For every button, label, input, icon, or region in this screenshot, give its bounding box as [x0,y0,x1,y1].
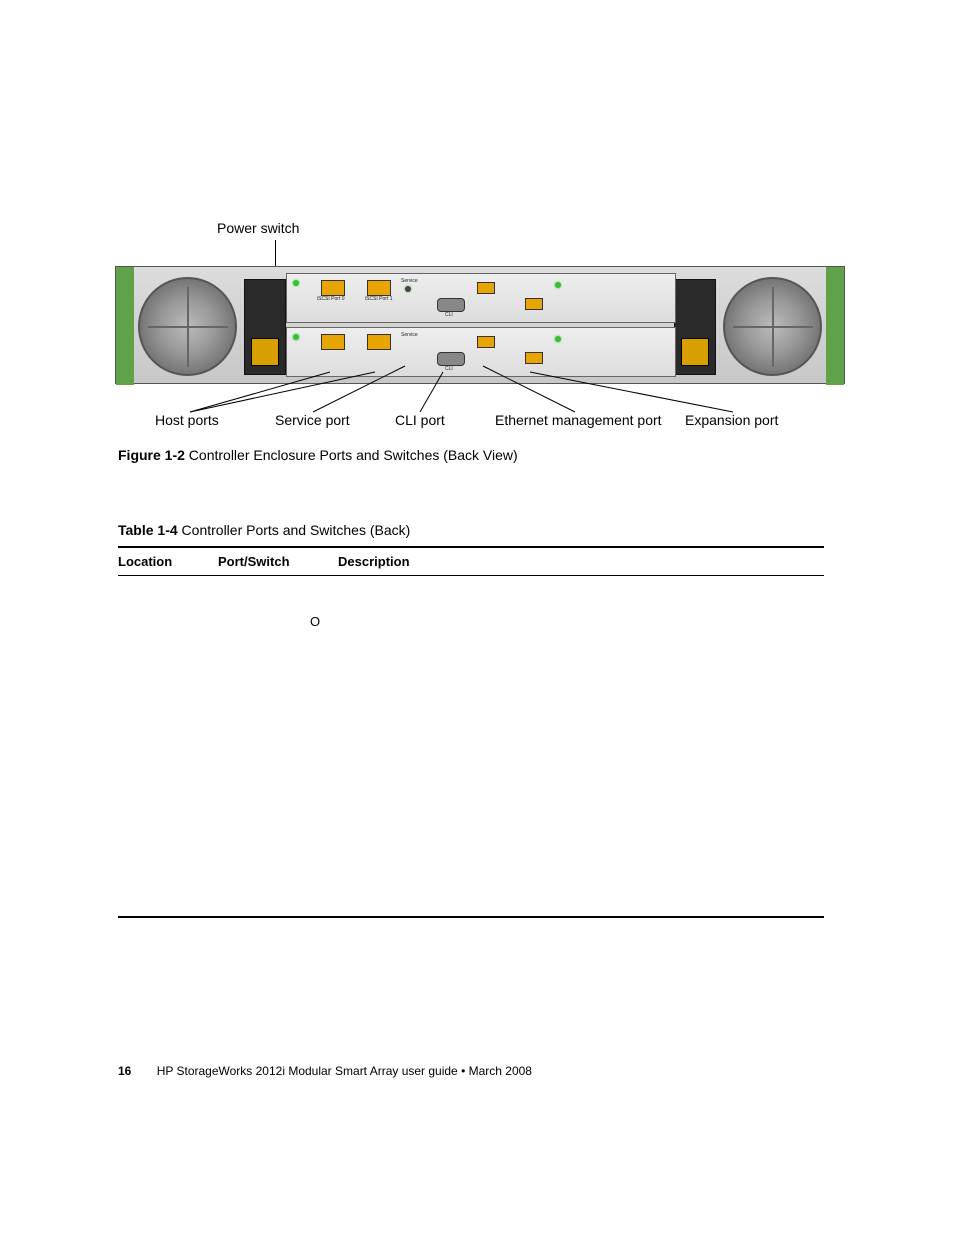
ethernet-mgmt-label: Ethernet management port [495,412,662,428]
table-title: Table 1-4 Controller Ports and Switches … [118,522,410,538]
cli-port [437,352,465,366]
table-name: Controller Ports and Switches (Back) [178,522,411,538]
table-body: O [118,576,824,916]
host-port [321,334,345,350]
status-led [293,280,299,286]
cli-port-label: CLI port [395,412,445,428]
port-label: iSCSI Port 1 [365,296,393,302]
figure-number: Figure 1-2 [118,447,185,463]
host-port [321,280,345,296]
table-header-row: Location Port/Switch Description [118,548,824,576]
footer-doc-title: HP StorageWorks 2012i Modular Smart Arra… [157,1064,458,1078]
page-footer: 16 HP StorageWorks 2012i Modular Smart A… [118,1064,532,1078]
service-port-label: Service port [275,412,350,428]
port-label: iSCSI Port 0 [317,296,345,302]
stray-marker: O [310,614,320,629]
expansion-port-label: Expansion port [685,412,778,428]
status-led [555,282,561,288]
expansion-port [525,352,543,364]
status-led [555,336,561,342]
page-number: 16 [118,1064,131,1078]
service-label: Service [401,278,418,284]
footer-date: March 2008 [469,1064,532,1078]
chassis-handle-right [826,267,844,385]
host-port [367,334,391,350]
chassis-handle-left [116,267,134,385]
figure-caption: Figure 1-2 Controller Enclosure Ports an… [118,447,518,463]
power-supply-left [244,279,286,375]
ethernet-mgmt-port [477,336,495,348]
cli-port [437,298,465,312]
controller-module-b: Service CLI [286,327,676,377]
fan-icon [723,277,822,376]
table-1-4: Location Port/Switch Description O [118,546,824,918]
document-page: Power switch iSCSI Port 0 iSCSI Port 1 S… [0,0,954,1235]
host-ports-label: Host ports [155,412,219,428]
power-supply-right [674,279,716,375]
footer-separator: • [458,1064,469,1078]
power-switch-label: Power switch [217,220,299,236]
controller-enclosure-back-view: iSCSI Port 0 iSCSI Port 1 Service CLI Se… [115,266,845,384]
col-port-switch: Port/Switch [218,554,318,569]
host-port [367,280,391,296]
ethernet-mgmt-port [477,282,495,294]
status-led [293,334,299,340]
expansion-port [525,298,543,310]
fan-icon [138,277,237,376]
service-port-hole [405,286,411,292]
col-location: Location [118,554,198,569]
cli-label: CLI [445,366,453,372]
col-description: Description [338,554,410,569]
service-label: Service [401,332,418,338]
cli-label: CLI [445,312,453,318]
figure-title: Controller Enclosure Ports and Switches … [185,447,518,463]
power-switch-leader-line [275,240,276,268]
controller-module-a: iSCSI Port 0 iSCSI Port 1 Service CLI [286,273,676,323]
table-number: Table 1-4 [118,522,178,538]
